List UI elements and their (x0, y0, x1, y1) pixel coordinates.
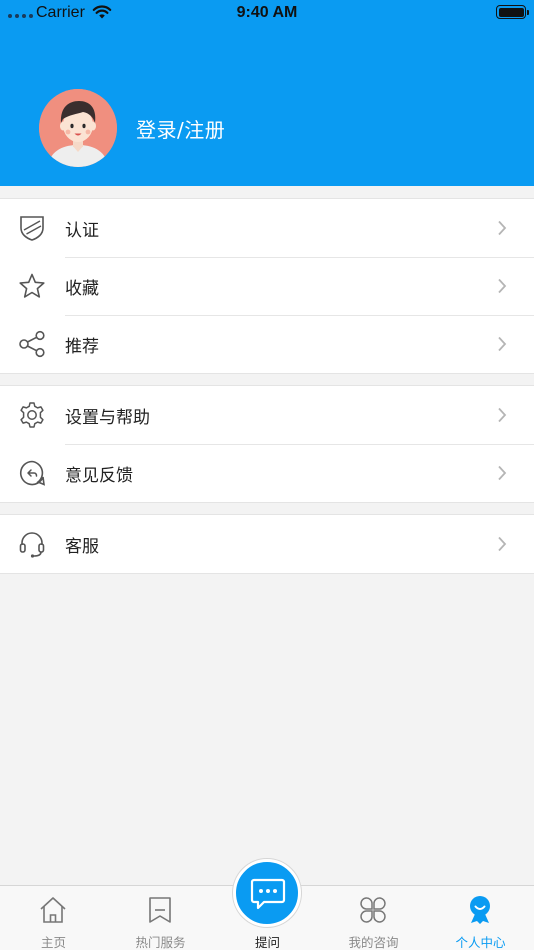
menu-group-settings: 设置与帮助 意见反馈 (0, 385, 534, 503)
chevron-right-icon (498, 536, 507, 552)
tab-home[interactable]: 主页 (0, 886, 107, 950)
feedback-icon (19, 460, 45, 486)
shield-icon (20, 216, 44, 241)
gear-icon (20, 402, 44, 428)
tab-label: 主页 (40, 935, 66, 950)
profile-header: Carrier 9:40 AM 登录/注册 (0, 0, 534, 186)
menu-item-label: 认证 (65, 220, 99, 241)
star-icon (19, 273, 45, 298)
headset-icon (19, 532, 45, 558)
tab-my-consultations[interactable]: 我的咨询 (320, 886, 427, 950)
chat-bubble-icon (250, 878, 286, 910)
menu-item-label: 设置与帮助 (65, 407, 150, 428)
status-bar: Carrier 9:40 AM (0, 0, 534, 28)
chevron-right-icon (498, 220, 507, 236)
share-icon (19, 330, 45, 358)
login-register-label[interactable]: 登录/注册 (136, 114, 225, 143)
tab-label: 提问 (254, 935, 280, 950)
chevron-right-icon (498, 278, 507, 294)
ask-question-button[interactable] (233, 859, 301, 927)
four-petal-icon (360, 897, 386, 923)
menu-item-label: 客服 (65, 536, 99, 557)
menu-group-service: 客服 (0, 514, 534, 574)
person-badge-icon (470, 896, 490, 924)
menu-item-label: 推荐 (65, 336, 99, 357)
chevron-right-icon (498, 336, 507, 352)
bookmark-icon (149, 897, 171, 923)
chevron-right-icon (498, 465, 507, 481)
login-register-row[interactable]: 登录/注册 (39, 89, 225, 167)
tab-personal-center[interactable]: 个人中心 (427, 886, 534, 950)
tab-label: 热门服务 (135, 935, 186, 950)
tab-hot-services[interactable]: 热门服务 (107, 886, 214, 950)
chevron-right-icon (498, 407, 507, 423)
menu-item-recommend[interactable]: 推荐 (0, 315, 534, 373)
menu-item-label: 意见反馈 (65, 465, 133, 486)
tab-label: 我的咨询 (348, 935, 399, 950)
menu-item-favorites[interactable]: 收藏 (0, 257, 534, 315)
menu-item-customer-service[interactable]: 客服 (0, 515, 534, 573)
menu-item-certification[interactable]: 认证 (0, 199, 534, 257)
menu-item-settings-help[interactable]: 设置与帮助 (0, 386, 534, 444)
battery-icon (496, 5, 529, 19)
menu-item-feedback[interactable]: 意见反馈 (0, 444, 534, 502)
home-icon (40, 897, 66, 923)
status-time: 9:40 AM (236, 4, 298, 21)
menu-item-label: 收藏 (65, 278, 99, 299)
menu-group-account: 认证 收藏 推荐 (0, 198, 534, 374)
tab-label: 个人中心 (455, 935, 506, 950)
avatar[interactable] (39, 89, 117, 167)
